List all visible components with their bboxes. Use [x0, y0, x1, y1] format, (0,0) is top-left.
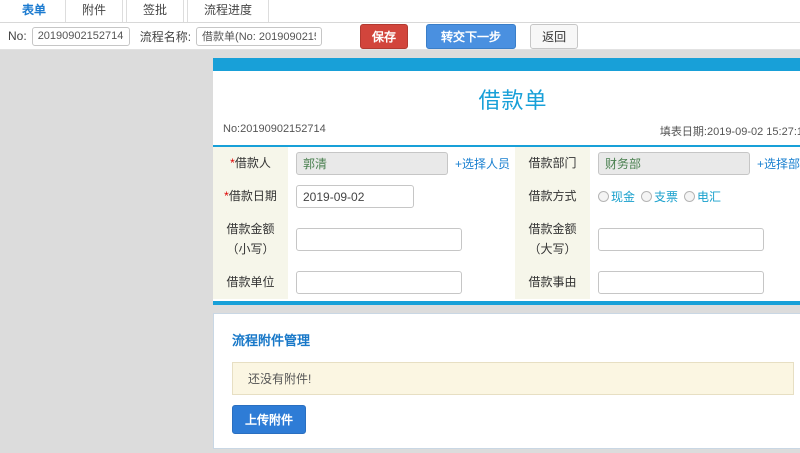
amount-big-input[interactable] — [598, 227, 764, 251]
radio-cash[interactable]: 现金 — [598, 188, 635, 205]
method-label-cell: 借款方式 — [515, 180, 590, 213]
loan-form-card: 借款单 No:20190902152714 填表日期:2019-09-02 15… — [213, 71, 800, 305]
department-label-cell: 借款部门 — [515, 147, 590, 180]
radio-wire[interactable]: 电汇 — [684, 188, 721, 205]
app-viewport: 表单 附件 签批 流程进度 No: 流程名称: 保存 转交下一步 返回 借款单 … — [0, 0, 800, 453]
loan-date-label-cell: *借款日期 — [213, 180, 288, 213]
radio-circle-icon[interactable] — [598, 191, 609, 202]
department-field-cell: +选择部门 — [590, 147, 800, 180]
no-input[interactable] — [31, 26, 130, 46]
attachment-section: 流程附件管理 还没有附件! 上传附件 — [213, 312, 800, 449]
toolbar: No: 流程名称: 保存 转交下一步 返回 — [0, 23, 800, 50]
borrower-input[interactable] — [296, 152, 448, 175]
amount-small-input[interactable] — [296, 227, 462, 251]
borrower-field-cell: +选择人员 — [288, 147, 515, 180]
radio-circle-icon[interactable] — [641, 191, 653, 202]
tab-progress[interactable]: 流程进度 — [187, 0, 270, 22]
form-date-text: 填表日期:2019-09-02 15:27:1 — [659, 126, 800, 138]
back-button[interactable]: 返回 — [530, 23, 579, 49]
amount-small-label-cell: 借款金额（小写） — [213, 213, 288, 266]
unit-label-cell: 借款单位 — [213, 265, 288, 299]
form-meta-row: No:20190902152714 填表日期:2019-09-02 15:27:… — [213, 123, 800, 145]
method-field-cell: 现金 支票 电汇 — [590, 180, 800, 213]
no-attachment-notice: 还没有附件! — [232, 361, 794, 395]
next-step-button[interactable]: 转交下一步 — [426, 23, 517, 49]
amount-big-label-cell: 借款金额（大写） — [515, 213, 590, 266]
tab-attachment[interactable]: 附件 — [65, 0, 124, 22]
loan-date-field-cell — [288, 180, 515, 213]
form-no-text: No:20190902152714 — [223, 123, 326, 135]
department-input[interactable] — [598, 152, 750, 175]
main-panel: 借款单 No:20190902152714 填表日期:2019-09-02 15… — [213, 58, 800, 453]
reason-input[interactable] — [598, 270, 764, 294]
loan-method-radio-group: 现金 支票 电汇 — [598, 188, 721, 205]
tab-form[interactable]: 表单 — [6, 0, 63, 22]
save-button[interactable]: 保存 — [360, 23, 409, 49]
borrower-label-cell: *借款人 — [213, 147, 288, 180]
no-label: No: — [8, 29, 27, 43]
amount-small-field-cell — [288, 213, 515, 266]
flow-name-input[interactable] — [196, 26, 323, 46]
select-person-link[interactable]: +选择人员 — [455, 155, 510, 172]
attachment-section-title: 流程附件管理 — [232, 332, 311, 348]
radio-circle-icon[interactable] — [684, 191, 696, 202]
amount-big-field-cell — [590, 213, 800, 266]
tab-bar: 表单 附件 签批 流程进度 — [0, 0, 800, 23]
unit-input[interactable] — [296, 270, 462, 294]
page-title: 借款单 — [478, 88, 548, 113]
tab-approve[interactable]: 签批 — [126, 0, 185, 22]
loan-date-input[interactable] — [296, 185, 414, 208]
reason-label-cell: 借款事由 — [515, 265, 590, 299]
top-header: 表单 附件 签批 流程进度 No: 流程名称: 保存 转交下一步 返回 — [0, 0, 800, 50]
unit-field-cell — [288, 265, 515, 299]
top-accent-bar — [213, 58, 800, 71]
flow-name-label: 流程名称: — [139, 29, 192, 44]
bottom-accent-bar — [213, 300, 800, 305]
form-grid: *借款人 +选择人员 借款部门 +选择部门 *借款日期 — [213, 147, 800, 299]
radio-check[interactable]: 支票 — [641, 188, 678, 205]
upload-attachment-button[interactable]: 上传附件 — [232, 404, 307, 434]
reason-field-cell — [590, 265, 800, 299]
select-department-link[interactable]: +选择部门 — [757, 155, 800, 172]
